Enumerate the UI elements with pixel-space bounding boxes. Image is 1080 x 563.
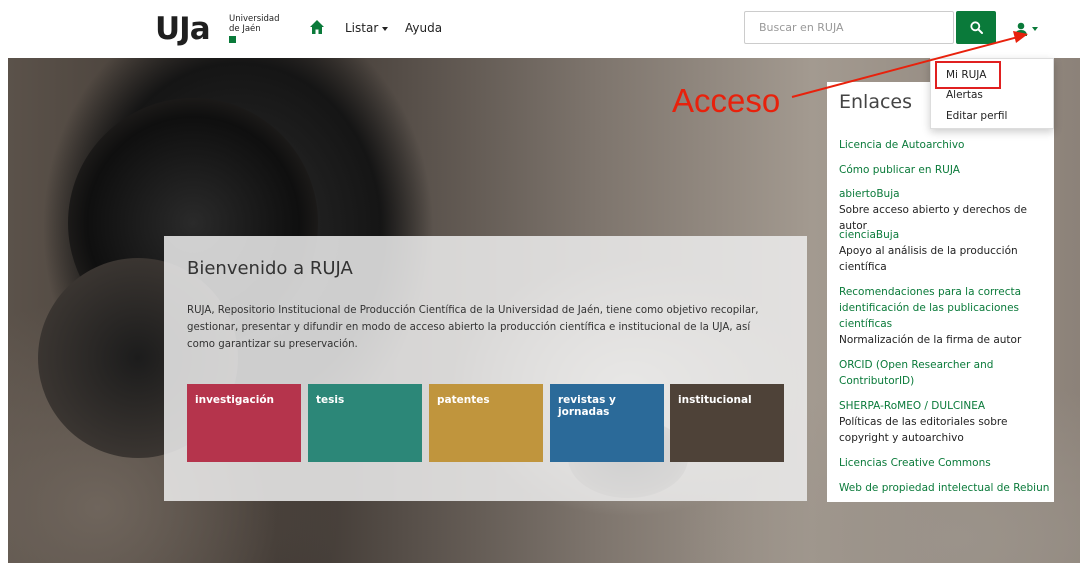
tile-label: revistas y jornadas bbox=[558, 394, 616, 418]
welcome-text: RUJA, Repositorio Institucional de Produ… bbox=[187, 305, 759, 350]
annotation-label: Acceso bbox=[672, 82, 781, 119]
link-desc: Normalización de la firma de autor bbox=[839, 334, 1022, 346]
user-menu-button[interactable] bbox=[1014, 18, 1046, 40]
chevron-down-icon bbox=[382, 26, 389, 31]
link-licencia-autoarchivo[interactable]: Licencia de Autoarchivo bbox=[839, 137, 1049, 153]
user-icon bbox=[1015, 22, 1027, 36]
welcome-panel: Bienvenido a RUJA RUJA, Repositorio Inst… bbox=[164, 236, 807, 501]
menu-item-alertas[interactable]: Alertas bbox=[946, 88, 983, 102]
sidebar-title: Enlaces bbox=[839, 91, 913, 113]
search-button[interactable] bbox=[956, 11, 996, 44]
link-desc: Apoyo al análisis de la producción cient… bbox=[839, 245, 1018, 273]
welcome-title: Bienvenido a RUJA bbox=[187, 258, 353, 279]
nav-listar[interactable]: Listar bbox=[345, 20, 389, 36]
user-chevron-down-icon bbox=[1032, 27, 1038, 31]
menu-item-editar-perfil[interactable]: Editar perfil bbox=[946, 109, 1007, 123]
logo-text-line2: de Jaén bbox=[229, 24, 261, 34]
link-creative-commons[interactable]: Licencias Creative Commons bbox=[839, 455, 1049, 471]
tile-investigacion[interactable]: investigación bbox=[187, 384, 301, 462]
link-rebiun[interactable]: Web de propiedad intelectual de Rebiun bbox=[839, 480, 1053, 496]
search-input[interactable] bbox=[744, 11, 954, 44]
tile-patentes[interactable]: patentes bbox=[429, 384, 543, 462]
logo-text: Universidad de Jaén bbox=[229, 14, 280, 34]
tile-institucional[interactable]: institucional bbox=[670, 384, 784, 462]
link-desc: Políticas de las editoriales sobre copyr… bbox=[839, 416, 1008, 444]
tile-label: patentes bbox=[437, 394, 490, 406]
logo-green-square bbox=[229, 36, 236, 43]
logo-mark: UJa bbox=[155, 11, 211, 47]
tile-tesis[interactable]: tesis bbox=[308, 384, 422, 462]
home-button[interactable] bbox=[309, 19, 325, 35]
link-cienciabuja[interactable]: cienciaBuja bbox=[839, 227, 1049, 243]
links-sidebar: Enlaces Licencia de Autoarchivo Cómo pub… bbox=[827, 82, 1054, 502]
link-recomendaciones[interactable]: Recomendaciones para la correcta identif… bbox=[839, 284, 1034, 332]
tile-label: institucional bbox=[678, 394, 752, 406]
nav-listar-label: Listar bbox=[345, 21, 379, 35]
uja-logo[interactable]: UJa Universidad de Jaén bbox=[155, 11, 285, 47]
annotation-highlight-box bbox=[935, 61, 1001, 89]
tile-revistas-y-jornadas[interactable]: revistas y jornadas bbox=[550, 384, 664, 462]
nav-ayuda[interactable]: Ayuda bbox=[405, 20, 442, 36]
tile-label: investigación bbox=[195, 394, 275, 406]
search-icon bbox=[969, 21, 983, 34]
link-sherpa-romeo[interactable]: SHERPA-RoMEO / DULCINEA bbox=[839, 398, 1049, 414]
link-como-publicar[interactable]: Cómo publicar en RUJA bbox=[839, 162, 1049, 178]
top-navbar: UJa Universidad de Jaén Listar Ayuda bbox=[0, 0, 1080, 58]
logo-text-line1: Universidad bbox=[229, 14, 280, 24]
tile-label: tesis bbox=[316, 394, 345, 406]
link-abiertobuja[interactable]: abiertoBuja bbox=[839, 186, 1049, 202]
link-orcid[interactable]: ORCID (Open Researcher and ContributorID… bbox=[839, 357, 1004, 389]
home-icon bbox=[310, 20, 324, 34]
